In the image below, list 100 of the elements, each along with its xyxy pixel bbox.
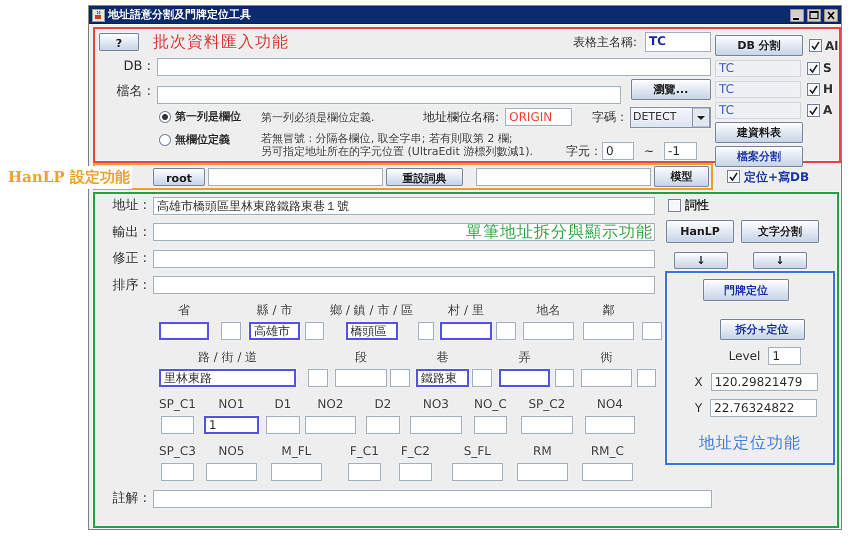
component-field[interactable] bbox=[523, 322, 574, 340]
component-field[interactable] bbox=[206, 463, 257, 481]
checkbox[interactable] bbox=[668, 198, 681, 212]
close-icon[interactable] bbox=[824, 8, 838, 22]
checkbox-label[interactable]: A bbox=[823, 101, 832, 119]
file-field[interactable] bbox=[157, 86, 621, 104]
component-field[interactable] bbox=[160, 416, 194, 434]
component-field[interactable] bbox=[637, 369, 656, 387]
component-field[interactable] bbox=[308, 369, 328, 387]
action-button[interactable]: 建資料表 bbox=[715, 122, 803, 143]
table-name-field[interactable]: TC bbox=[715, 60, 801, 76]
radio-label[interactable]: 第一列是欄位 bbox=[175, 108, 241, 126]
component-field[interactable]: 高雄市 bbox=[249, 322, 300, 340]
checkbox[interactable] bbox=[807, 104, 820, 116]
column-label: NO1 bbox=[218, 397, 244, 412]
component-field[interactable] bbox=[642, 322, 662, 340]
column-label: 鄰 bbox=[602, 303, 615, 318]
checkbox-label[interactable]: H bbox=[823, 80, 834, 98]
text-split-button[interactable]: 文字分割 bbox=[741, 220, 819, 243]
component-field[interactable] bbox=[581, 369, 632, 387]
text-field[interactable] bbox=[153, 223, 655, 242]
app-icon bbox=[92, 8, 105, 22]
checkbox[interactable] bbox=[809, 39, 822, 52]
component-field[interactable] bbox=[474, 416, 507, 434]
field-label: 地址欄位名稱: bbox=[423, 109, 500, 126]
help-button[interactable]: ? bbox=[99, 33, 139, 51]
checkbox[interactable] bbox=[727, 170, 740, 183]
minimize-icon[interactable] bbox=[790, 8, 804, 22]
text-field[interactable]: 高雄市橋頭區里林東路鐵路東巷１號 bbox=[153, 196, 655, 215]
component-field[interactable] bbox=[366, 416, 400, 434]
radio-button[interactable] bbox=[159, 134, 171, 146]
component-field[interactable] bbox=[410, 416, 462, 434]
db-field[interactable] bbox=[157, 58, 711, 76]
text-field[interactable] bbox=[153, 276, 655, 294]
hanlp-button[interactable]: HanLP bbox=[666, 220, 734, 243]
action-button[interactable]: DB 分割 bbox=[715, 35, 803, 56]
component-field[interactable]: 1 bbox=[204, 416, 259, 434]
column-label: 鄉 / 鎮 / 市 / 區 bbox=[330, 303, 414, 318]
component-field[interactable] bbox=[472, 369, 492, 387]
reset-dictionary-button[interactable]: 重設詞典 bbox=[386, 168, 463, 186]
column-label: F_C2 bbox=[400, 444, 430, 459]
browse-button[interactable]: 瀏覽... bbox=[631, 79, 711, 100]
component-field[interactable] bbox=[159, 322, 209, 340]
range-start-field[interactable]: 0 bbox=[602, 142, 634, 160]
remark-field[interactable] bbox=[153, 490, 712, 508]
arrow-button[interactable]: ↓ bbox=[674, 252, 728, 269]
component-field[interactable] bbox=[582, 463, 633, 481]
component-field[interactable]: 橋頭區 bbox=[346, 322, 398, 340]
component-field[interactable] bbox=[555, 369, 574, 387]
component-field[interactable] bbox=[398, 463, 432, 481]
root-button[interactable]: root bbox=[153, 168, 205, 186]
checkbox-label[interactable]: Al bbox=[825, 36, 838, 54]
model-button[interactable]: 模型 bbox=[654, 166, 709, 187]
table-name-field[interactable]: TC bbox=[715, 102, 801, 118]
note-text: 第一列必須是欄位定義. bbox=[261, 110, 374, 124]
radio-label[interactable]: 無欄位定義 bbox=[175, 132, 230, 148]
component-field[interactable] bbox=[452, 463, 503, 481]
split-locate-button[interactable]: 拆分+定位 bbox=[720, 319, 804, 340]
arrow-button[interactable]: ↓ bbox=[753, 252, 807, 269]
checkbox-label[interactable]: 定位+寫DB bbox=[744, 168, 810, 186]
coordinate-field[interactable]: 22.76324822 bbox=[710, 399, 818, 417]
column-label: D2 bbox=[374, 397, 392, 412]
component-field[interactable] bbox=[516, 463, 568, 481]
checkbox-label[interactable]: 詞性 bbox=[685, 196, 709, 214]
path-field[interactable] bbox=[208, 168, 383, 186]
component-field[interactable] bbox=[440, 322, 492, 340]
component-field[interactable] bbox=[304, 416, 356, 434]
checkbox[interactable] bbox=[807, 62, 820, 74]
component-field[interactable] bbox=[496, 322, 516, 340]
component-field[interactable] bbox=[305, 322, 324, 340]
component-field[interactable] bbox=[584, 416, 635, 434]
checkbox[interactable] bbox=[807, 82, 820, 96]
component-field[interactable] bbox=[418, 322, 434, 340]
coordinate-field[interactable]: 120.29821479 bbox=[710, 373, 818, 391]
encoding-dropdown[interactable]: DETECT bbox=[630, 106, 711, 128]
level-field[interactable]: 1 bbox=[768, 347, 802, 365]
component-field[interactable] bbox=[390, 369, 410, 387]
component-field[interactable] bbox=[335, 369, 387, 387]
range-end-field[interactable]: -1 bbox=[664, 142, 697, 160]
component-field[interactable]: 鐵路東 bbox=[416, 369, 469, 387]
component-field[interactable] bbox=[266, 416, 300, 434]
component-field[interactable] bbox=[160, 463, 194, 481]
component-field[interactable] bbox=[499, 369, 550, 387]
column-label: M_FL bbox=[281, 444, 312, 459]
text-field[interactable] bbox=[153, 250, 655, 268]
component-field[interactable] bbox=[270, 463, 322, 481]
component-field[interactable] bbox=[583, 322, 634, 340]
maximize-icon[interactable] bbox=[807, 8, 821, 22]
locate-button[interactable]: 門牌定位 bbox=[703, 279, 789, 301]
action-button[interactable]: 檔案分割 bbox=[715, 146, 803, 167]
component-field[interactable]: 里林東路 bbox=[159, 369, 296, 387]
checkbox-label[interactable]: S bbox=[823, 59, 832, 77]
table-name-field[interactable]: TC bbox=[715, 80, 801, 98]
column-name-field[interactable]: ORIGIN bbox=[505, 108, 572, 126]
model-path-field[interactable] bbox=[476, 168, 651, 186]
component-field[interactable] bbox=[348, 463, 381, 481]
table-name-field[interactable]: TC bbox=[645, 32, 711, 52]
component-field[interactable] bbox=[221, 322, 241, 340]
component-field[interactable] bbox=[520, 416, 573, 434]
radio-button[interactable] bbox=[159, 111, 171, 123]
